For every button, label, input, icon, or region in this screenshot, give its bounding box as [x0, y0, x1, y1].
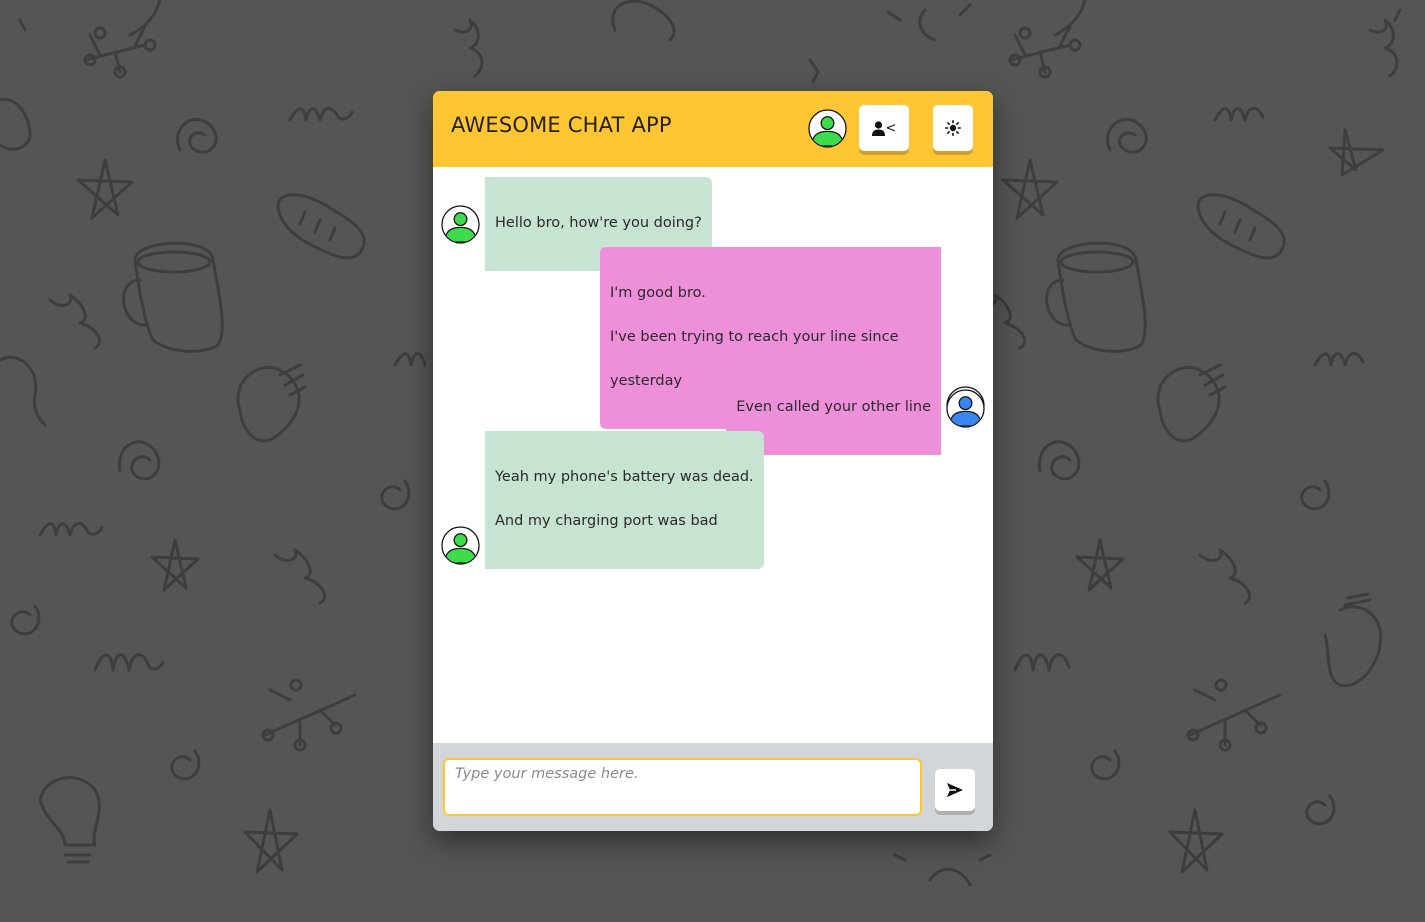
sun-icon: [945, 120, 961, 136]
message-bubble: Yeah my phone's battery was dead. And my…: [485, 431, 764, 569]
chat-window: AWESOME CHAT APP < Hello bro, how're you…: [433, 91, 993, 831]
message-text: I'm good bro.: [610, 285, 706, 301]
message-text: Even called your other line: [736, 399, 931, 415]
user-back-icon: [871, 120, 885, 136]
message-list: Hello bro, how're you doing? I'm good br…: [433, 167, 993, 743]
composer: [433, 743, 993, 831]
chat-header: AWESOME CHAT APP <: [433, 91, 993, 167]
app-title: AWESOME CHAT APP: [451, 113, 672, 137]
message-text: Yeah my phone's battery was dead.: [495, 469, 754, 485]
user-avatar-blue-icon: [946, 388, 985, 428]
user-avatar-green-icon: [441, 526, 480, 565]
message-text: And my charging port was bad: [495, 513, 718, 529]
message-incoming: Yeah my phone's battery was dead. And my…: [441, 431, 764, 569]
user-avatar-green-icon: [441, 204, 480, 244]
switch-user-glyph: <: [885, 120, 897, 136]
switch-user-button[interactable]: <: [859, 105, 909, 151]
message-outgoing: Even called your other line: [726, 361, 985, 455]
current-user-avatar-icon: [808, 109, 847, 148]
theme-toggle-button[interactable]: [933, 105, 973, 151]
message-input[interactable]: [443, 758, 922, 816]
message-text: Hello bro, how're you doing?: [495, 215, 702, 231]
message-text: I've been trying to reach your line sinc…: [610, 329, 899, 345]
send-button[interactable]: [935, 769, 975, 811]
send-icon: [947, 783, 963, 797]
